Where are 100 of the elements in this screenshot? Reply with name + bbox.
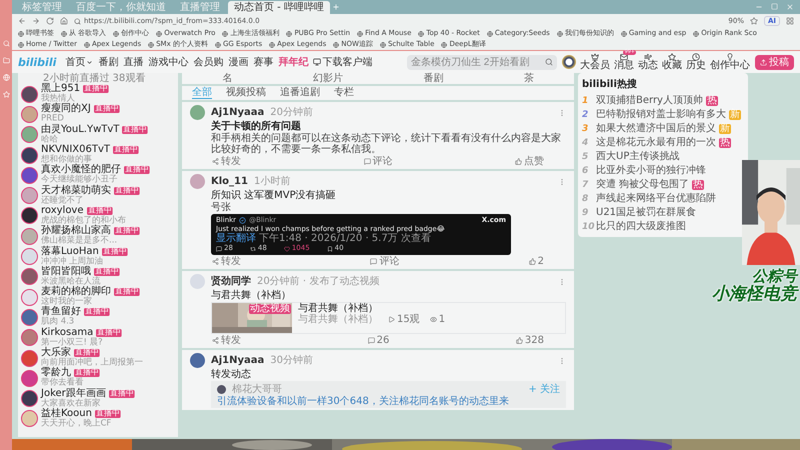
action-button[interactable]: 转发 xyxy=(212,256,241,267)
share-icon xyxy=(212,158,219,165)
live-badge: 直播中 xyxy=(122,126,148,134)
streamer-name[interactable]: 落幕LuoHan xyxy=(41,246,99,257)
hot-search-item[interactable]: 比亚外卖小哥的独行冲锋 xyxy=(596,165,706,177)
action-button[interactable]: 评论 xyxy=(370,256,400,267)
streamer-name[interactable]: 孙耀扬棉山家高 xyxy=(41,226,111,236)
extensions-icon[interactable] xyxy=(786,17,794,25)
browser-tab[interactable]: 动态首页 - 哔哩哔哩 xyxy=(228,1,330,14)
video-card[interactable]: 动态视频 与君共舞（补档） 与君共舞（补档） 15观 1 xyxy=(211,302,566,334)
author-name[interactable]: Aj1Nyaaa xyxy=(211,106,264,118)
action-button[interactable]: 2 xyxy=(528,256,544,267)
stream-title: 米波黑哈在人流 xyxy=(41,278,102,286)
feed-tab[interactable]: 专栏 xyxy=(334,87,354,99)
globe-icon xyxy=(693,30,700,36)
author-name[interactable]: 贤劲同学 xyxy=(211,276,251,288)
stream-title: 想和你做的事 xyxy=(41,156,92,164)
header-link[interactable]: 创作中心 xyxy=(710,53,750,71)
avatar[interactable] xyxy=(21,207,38,224)
avatar[interactable] xyxy=(21,390,38,408)
streamer-name[interactable]: 零龄九 xyxy=(41,368,71,378)
feed-tab[interactable]: 视频投稿 xyxy=(226,87,266,99)
maximize-icon[interactable] xyxy=(771,3,778,10)
home-icon[interactable] xyxy=(60,17,68,25)
nav-link[interactable]: 番剧 xyxy=(98,55,118,69)
action-button[interactable]: 转发 xyxy=(212,156,241,167)
globe-icon xyxy=(380,42,386,48)
new-tab-icon[interactable] xyxy=(332,3,340,11)
header-link[interactable]: 收藏 xyxy=(662,53,682,71)
close-icon[interactable] xyxy=(786,3,794,11)
header-link[interactable]: 历史 xyxy=(686,53,706,71)
live-badge: 直播中 xyxy=(114,227,140,236)
nav-link[interactable]: 游戏中心 xyxy=(148,55,188,69)
action-button[interactable]: 评论 xyxy=(364,156,392,167)
user-avatar[interactable] xyxy=(562,55,576,69)
hot-search-item[interactable]: 这是棉花元永最有用的一次 xyxy=(596,137,716,149)
live-badge: 直播中 xyxy=(83,85,109,94)
nav-link[interactable]: 会员购 xyxy=(193,55,224,69)
streamer-name[interactable]: 黑上951 xyxy=(41,84,80,94)
nav-link[interactable]: 首页 xyxy=(65,55,94,69)
live-badge: 直播中 xyxy=(94,268,120,276)
search-icon xyxy=(74,18,81,24)
nav-link[interactable]: 赛事 xyxy=(253,55,274,69)
streamer-name[interactable]: 天才棉菜叻萌实 xyxy=(41,186,111,196)
star-icon[interactable] xyxy=(750,17,758,25)
avatar[interactable] xyxy=(21,166,38,184)
hot-search-item[interactable]: 巴特勒报销对盖士影响有多大 xyxy=(596,109,726,121)
author-name[interactable]: Aj1Nyaaa xyxy=(211,354,264,366)
live-badge: 直播中 xyxy=(114,288,140,296)
streamer-name[interactable]: 瘦瘦同的XJ xyxy=(41,104,91,114)
nav-link[interactable]: 漫画 xyxy=(228,55,248,69)
action-button[interactable]: 328 xyxy=(516,335,544,346)
avatar[interactable] xyxy=(21,146,38,164)
streamer-name[interactable]: 麦莉的棉的脚印 xyxy=(41,287,111,298)
search-field[interactable]: 金条模仿刀仙生 2开始看剧 xyxy=(407,54,557,70)
caret-icon xyxy=(86,58,94,66)
stream-title: 佛山棉菜是是多不... xyxy=(41,236,118,246)
nav-link[interactable]: 下载客户端 xyxy=(313,55,372,69)
hot-search-item[interactable]: 西大UP主传谈挑战 xyxy=(596,151,680,163)
back-icon[interactable] xyxy=(18,17,26,25)
header-link[interactable]: 大会员 xyxy=(580,53,610,71)
avatar[interactable] xyxy=(21,86,38,103)
translate-link[interactable]: 显示翻译 xyxy=(216,234,256,244)
globe-icon[interactable] xyxy=(2,74,10,81)
header-link[interactable]: 动态 xyxy=(638,53,658,71)
avatar xyxy=(190,274,205,289)
nav-link[interactable]: 直播 xyxy=(123,55,144,69)
hot-search-item[interactable]: 声线起来网络平台优惠陷阱 xyxy=(596,193,716,205)
stream-title: 冲冲冲 上周加油 xyxy=(41,257,104,266)
action-button[interactable]: 点赞 xyxy=(515,156,544,167)
hot-badge: 热 xyxy=(719,138,731,148)
feed-tab[interactable]: 追番追剧 xyxy=(280,87,320,99)
streamer-name[interactable]: 大乐家 xyxy=(41,348,71,358)
action-button[interactable]: 转发 xyxy=(212,335,241,346)
streamer-name[interactable]: 青鱼留好 xyxy=(41,307,81,318)
globe-icon xyxy=(18,42,24,48)
search-icon[interactable] xyxy=(2,40,10,47)
streamer-name[interactable]: 由灵YouL.YwTvT xyxy=(41,124,120,135)
nav-link[interactable]: 拜年纪 xyxy=(278,55,308,69)
author-name[interactable]: Klo_11 xyxy=(211,176,248,188)
post-time: 30分钟前 xyxy=(270,355,313,366)
streamer-name[interactable]: roxylove xyxy=(41,206,84,216)
upload-button[interactable]: 投稿 xyxy=(755,54,794,70)
forward-icon[interactable] xyxy=(32,17,40,25)
hot-search-item[interactable]: 双顶捕猎Berry人顶顶帅 xyxy=(596,95,703,107)
action-button[interactable]: 26 xyxy=(368,335,390,346)
streamer-name[interactable]: Joker跟年画画 xyxy=(41,388,106,399)
reload-icon[interactable] xyxy=(46,17,54,25)
avatar xyxy=(190,353,205,368)
envelope-icon xyxy=(620,53,628,61)
streamer-name[interactable]: 益桂Kooun xyxy=(41,408,92,419)
streamer-name[interactable]: Kirkosama xyxy=(41,328,94,338)
streamer-name[interactable]: 真欢小魔怪的肥仔 xyxy=(41,165,121,176)
hot-search-item[interactable]: 如果大然遭济中国后的景义 xyxy=(596,123,716,135)
hot-search-item[interactable]: U21国足被罚在群展食 xyxy=(596,207,696,219)
folder-icon[interactable] xyxy=(2,57,10,64)
streamer-name[interactable]: NKVNIX06TvT xyxy=(41,145,110,156)
hot-search-item[interactable]: 比只的四大级废推图 xyxy=(596,221,686,233)
hot-search-item[interactable]: 突遭 狗被父母包围了 xyxy=(596,179,690,191)
streamer-name[interactable]: 皆阳皆阳哦 xyxy=(41,266,91,277)
